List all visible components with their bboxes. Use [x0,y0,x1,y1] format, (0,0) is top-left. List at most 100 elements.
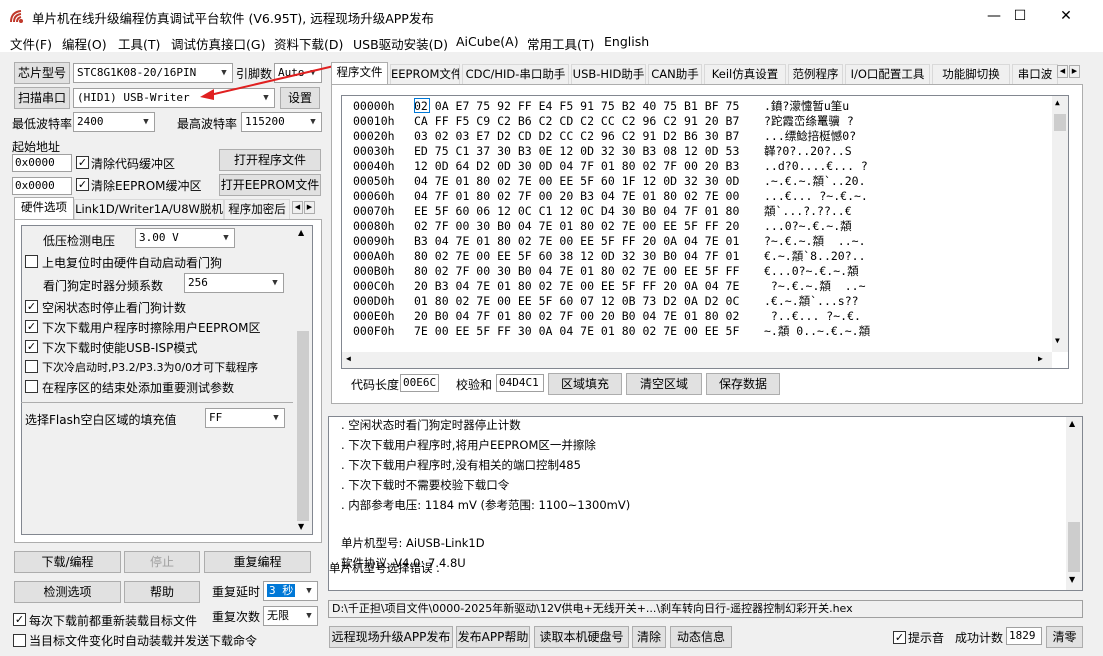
tab-io-config[interactable]: I/O口配置工具 [845,64,930,84]
log-line: 单片机型号: AiUSB-Link1D [341,536,485,550]
menu-debug[interactable]: 调试仿真接口(G) [171,34,265,53]
log-scrollbar[interactable]: ▲ ▼ [1066,417,1082,590]
menu-aicube[interactable]: AiCube(A) [456,34,519,49]
maximize-button[interactable]: ☐ [997,0,1043,32]
scroll-down-icon[interactable]: ▼ [298,522,304,531]
right-tab-strip: 程序文件 EEPROM文件 CDC/HID-串口助手 USB-HID助手 CAN… [331,62,1083,85]
clear-code-checkbox[interactable]: ✓ [76,156,89,169]
hex-vscroll[interactable]: ▲ ▼ [1052,96,1068,352]
remote-upgrade-button[interactable]: 远程现场升级APP发布 [329,626,453,648]
dynamic-info-button[interactable]: 动态信息 [670,626,732,648]
menu-usb-driver[interactable]: USB驱动安装(D) [353,34,448,53]
left-tab-strip: 硬件选项 Link1D/Writer1A/U8W脱机 程序加密后 ◀ ▶ [14,197,322,221]
idle-wdt-label: 空闲状态时停止看门狗计数 [42,301,187,315]
auto-send-checkbox[interactable] [13,634,26,647]
menu-english[interactable]: English [604,34,649,49]
chip-type-button[interactable]: 芯片型号 [14,62,70,84]
tab-scroll-right-icon[interactable]: ▶ [304,201,315,214]
chevron-down-icon: ▼ [306,586,312,596]
scroll-right-icon[interactable]: ▶ [1038,354,1043,363]
tab-scroll-left-icon[interactable]: ◀ [1057,65,1068,78]
reprogram-button[interactable]: 重复编程 [204,551,311,573]
hex-row-ascii: ...0?~.€.~.頮 [764,219,859,233]
auto-send-label: 当目标文件变化时自动装载并发送下载命令 [29,634,258,648]
tab-serial-assistant[interactable]: CDC/HID-串口助手 [462,64,569,84]
flash-fill-select[interactable]: FF ▼ [205,408,285,428]
min-baud-select[interactable]: 2400 ▼ [73,112,155,132]
scroll-left-icon[interactable]: ◀ [346,354,351,363]
scan-port-button[interactable]: 扫描串口 [14,87,70,109]
hex-scroll-thumb[interactable] [1054,114,1066,131]
menu-tools[interactable]: 工具(T) [118,34,160,53]
read-disk-button[interactable]: 读取本机硬盘号 [534,626,629,648]
hex-row-ascii: .鐼?濛懥暂u筀u [764,99,850,113]
clear-count-button[interactable]: 清零 [1046,626,1083,648]
hex-row-ascii: 頮`...?.??..€ [764,204,852,218]
scroll-up-icon[interactable]: ▲ [1055,98,1060,107]
hex-row-bytes: 01 80 02 7E 00 EE 5F 60 07 12 0B 73 D2 0… [414,294,740,308]
tab-keil-sim[interactable]: Keil仿真设置 [704,64,786,84]
tab-scroll-left-icon[interactable]: ◀ [292,201,303,214]
repeat-count-value: 无限 [267,609,289,622]
save-data-button[interactable]: 保存数据 [706,373,780,395]
download-button[interactable]: 下载/编程 [14,551,121,573]
erase-eeprom-checkbox[interactable]: ✓ [25,320,38,333]
tab-examples[interactable]: 范例程序 [788,64,843,84]
menu-download[interactable]: 资料下载(D) [274,34,343,53]
repeat-delay-select[interactable]: 3 秒 ▼ [263,581,318,601]
clear-eeprom-checkbox[interactable]: ✓ [76,178,89,191]
menu-file[interactable]: 文件(F) [10,34,52,53]
help-button[interactable]: 帮助 [124,581,200,603]
tab-usb-hid[interactable]: USB-HID助手 [571,64,646,84]
publish-help-button[interactable]: 发布APP帮助 [456,626,530,648]
wdt-div-select[interactable]: 256 ▼ [184,273,284,293]
sound-checkbox[interactable]: ✓ [893,631,906,644]
hex-view[interactable]: 00000h 02 0A E7 75 92 FF E4 F5 91 75 B2 4… [341,95,1069,369]
menu-program[interactable]: 编程(O) [62,34,107,53]
tab-can[interactable]: CAN助手 [648,64,702,84]
tab-link1d-offline[interactable]: Link1D/Writer1A/U8W脱机 [74,199,224,219]
tab-scroll-right-icon[interactable]: ▶ [1069,65,1080,78]
log-line: . 下次下载时不需要校验下载口令 [341,478,510,492]
tab-serial-wave[interactable]: 串口波 [1012,64,1058,84]
check-options-button[interactable]: 检测选项 [14,581,121,603]
cold-start-checkbox[interactable] [25,360,38,373]
hex-row-bytes: 03 02 03 E7 D2 CD D2 CC C2 96 C2 91 D2 B… [414,129,740,143]
options-scroll-thumb[interactable] [297,331,309,521]
scroll-up-icon[interactable]: ▲ [298,228,304,237]
repeat-count-select[interactable]: 无限 ▼ [263,606,318,626]
usb-isp-checkbox[interactable]: ✓ [25,340,38,353]
hex-hscroll[interactable]: ◀ ▶ [342,352,1052,368]
stop-button[interactable]: 停止 [124,551,200,573]
open-program-file-button[interactable]: 打开程序文件 [219,149,321,171]
menu-common-tools[interactable]: 常用工具(T) [527,34,594,53]
low-voltage-select[interactable]: 3.00 V ▼ [135,228,235,248]
log-line: . 下次下载用户程序时,没有相关的端口控制485 [341,458,581,472]
scroll-down-icon[interactable]: ▼ [1069,575,1075,584]
tab-pin-switch[interactable]: 功能脚切换 [932,64,1010,84]
open-eeprom-file-button[interactable]: 打开EEPROM文件 [219,174,321,196]
max-baud-select[interactable]: 115200 ▼ [241,112,322,132]
scroll-up-icon[interactable]: ▲ [1069,419,1075,428]
test-params-checkbox[interactable] [25,380,38,393]
reload-target-checkbox[interactable]: ✓ [13,613,26,626]
tab-encryption[interactable]: 程序加密后 [224,199,290,219]
clear-area-button[interactable]: 清空区域 [626,373,702,395]
code-start-address-input[interactable]: 0x0000 [12,154,72,172]
options-scrollbar[interactable]: ▲ ▼ [295,226,311,534]
hex-row-address: 00050h [353,174,395,188]
clear-log-button[interactable]: 清除 [632,626,666,648]
tab-program-file[interactable]: 程序文件 [331,62,388,84]
fill-area-button[interactable]: 区域填充 [548,373,622,395]
hex-row-address: 00080h [353,219,395,233]
scroll-down-icon[interactable]: ▼ [1055,336,1060,345]
eeprom-start-address-input[interactable]: 0x0000 [12,177,72,195]
log-scroll-thumb[interactable] [1068,522,1080,572]
hex-row-address: 000D0h [353,294,395,308]
tab-hardware-options[interactable]: 硬件选项 [14,197,74,219]
hw-wdt-checkbox[interactable] [25,255,38,268]
idle-wdt-checkbox[interactable]: ✓ [25,300,38,313]
log-output[interactable]: . 空闲状态时看门狗定时器停止计数 . 下次下载用户程序时,将用户EEPROM区一… [328,416,1083,591]
close-button[interactable]: ✕ [1043,0,1089,32]
tab-eeprom-file[interactable]: EEPROM文件 [390,64,460,84]
